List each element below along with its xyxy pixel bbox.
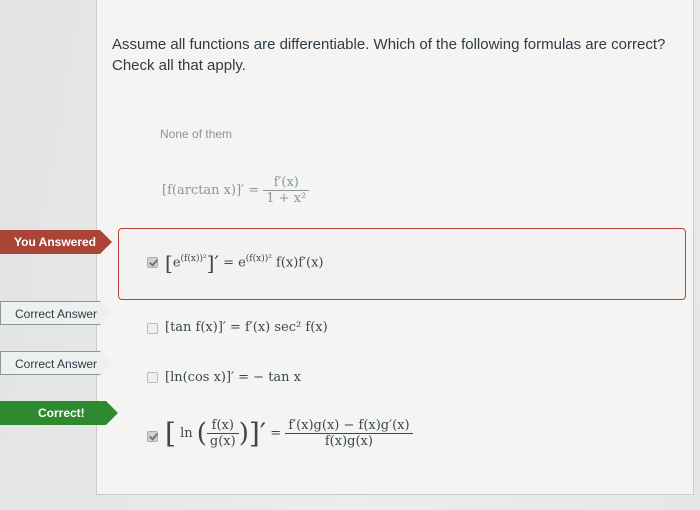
option-exp-bracket-close: ]′ <box>206 251 219 275</box>
option-none-label[interactable]: None of them <box>160 127 232 141</box>
correct-answer-flag-2: Correct Answer <box>0 351 112 375</box>
question-text: Assume all functions are differentiable.… <box>112 34 672 76</box>
option-exp-formula[interactable]: [e(f(x))²]′ = e(f(x))² f(x)f′(x) <box>165 251 324 275</box>
option-ln-quotient-paren-close: ) <box>238 418 249 449</box>
option-ln-quotient-ln: ln <box>180 426 193 441</box>
option-arctan-lhs: [f(arctan x)]′ = <box>162 183 260 198</box>
option-ln-quotient-checkbox[interactable] <box>147 431 158 442</box>
option-ln-quotient-bracket-open: [ <box>165 417 176 450</box>
option-ln-quotient-rhs-fraction: f′(x)g(x) − f(x)g′(x) f(x)g(x) <box>285 418 413 449</box>
option-arctan-numerator: f′(x) <box>263 175 310 191</box>
question-line-1: Assume all functions are differentiable.… <box>112 36 666 53</box>
option-ln-quotient-rhs-num: f′(x)g(x) − f(x)g′(x) <box>285 418 413 434</box>
option-tan-checkbox[interactable] <box>147 323 158 334</box>
option-arctan-denominator: 1 + x² <box>266 191 307 206</box>
option-exp-rhs: f(x)f′(x) <box>271 255 324 271</box>
option-ln-quotient-inner-den: g(x) <box>209 434 236 449</box>
option-arctan-formula[interactable]: [f(arctan x)]′ = f′(x) 1 + x² <box>162 175 310 206</box>
option-ln-quotient-inner-fraction: f(x) g(x) <box>206 418 239 449</box>
correct-answer-flag-1: Correct Answer <box>0 301 112 325</box>
option-ln-quotient-equals: = <box>270 426 286 441</box>
option-exp-base: e <box>172 255 181 271</box>
option-ln-quotient-paren-open: ( <box>196 418 207 449</box>
option-ln-cos-formula[interactable]: [ln(cos x)]′ = − tan x <box>165 370 301 385</box>
you-answered-flag: You Answered <box>0 230 112 254</box>
option-exp-equals: = e <box>223 255 246 271</box>
option-ln-quotient-inner-num: f(x) <box>206 418 239 434</box>
option-ln-quotient-bracket-close: ]′ <box>248 417 267 450</box>
correct-flag: Correct! <box>0 401 118 425</box>
option-exp-exponent-2: (f(x))² <box>245 254 272 265</box>
option-ln-cos-checkbox[interactable] <box>147 372 158 383</box>
option-exp-bracket-open: [ <box>165 251 173 275</box>
option-ln-quotient-formula[interactable]: [ ln ( f(x) g(x) )]′ = f′(x)g(x) − f(x)g… <box>165 417 413 450</box>
question-line-2: Check all that apply. <box>112 57 246 74</box>
option-ln-quotient-rhs-den: f(x)g(x) <box>324 434 373 449</box>
option-arctan-fraction: f′(x) 1 + x² <box>263 175 310 206</box>
option-exp-checkbox[interactable] <box>147 257 158 268</box>
option-exp-exponent: (f(x))² <box>180 254 207 265</box>
option-tan-formula[interactable]: [tan f(x)]′ = f′(x) sec² f(x) <box>165 320 328 335</box>
